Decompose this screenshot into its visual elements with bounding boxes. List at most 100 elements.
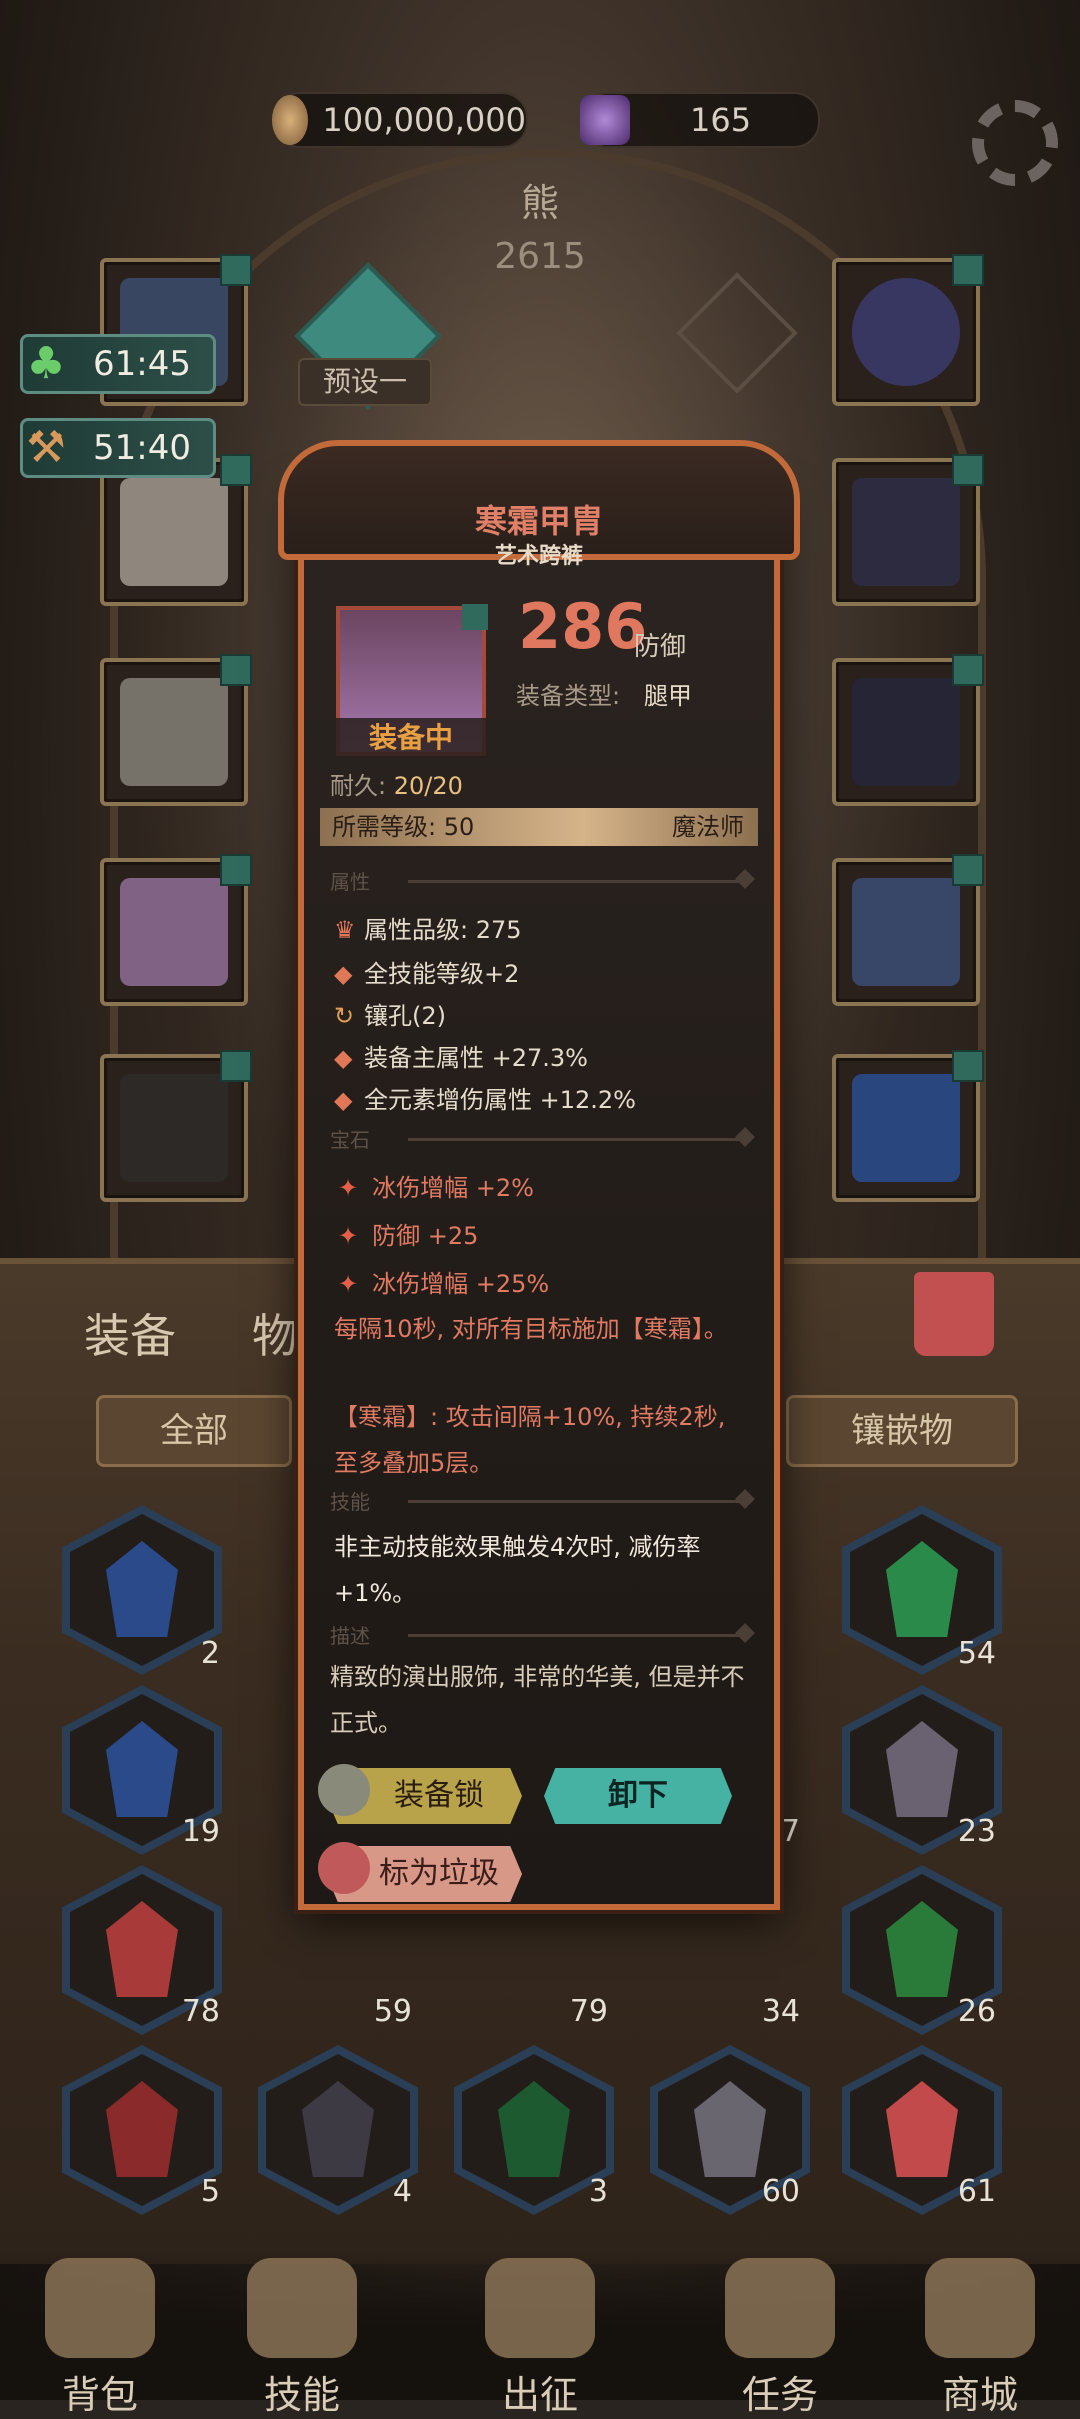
attribute-text: 镶孔(2)	[364, 1002, 446, 1030]
preset-label[interactable]: 预设一	[298, 358, 432, 406]
equip-slot-shield[interactable]	[832, 1050, 984, 1202]
item-count: 60	[761, 2174, 800, 2209]
sparkle-icon: ◆	[334, 1044, 353, 1072]
skill-scroll-icon	[247, 2258, 357, 2358]
star-icon: ✦	[338, 1222, 359, 1250]
buff-time: 51:40	[93, 428, 191, 468]
boots-art	[120, 1074, 228, 1182]
description-text: 精致的演出服饰, 非常的华美, 但是并不正式。	[330, 1663, 745, 1737]
filter-gems[interactable]: 镶嵌物	[786, 1395, 1018, 1467]
attribute-text: 属性品级: 275	[364, 916, 522, 944]
section-attributes: 属性	[330, 866, 758, 896]
nav-skills[interactable]: 技能	[222, 2258, 382, 2419]
clover-icon: ♣	[26, 338, 66, 389]
defense-label: 防御	[634, 632, 687, 662]
star-icon: ✦	[338, 1270, 359, 1298]
chest-art	[120, 478, 228, 586]
divider	[408, 880, 740, 883]
nav-quests[interactable]: 任务	[700, 2258, 860, 2419]
amulet-art	[852, 278, 960, 386]
tab-equipment[interactable]: 装备	[84, 1300, 176, 1366]
effect-text-1: 每隔10秒, 对所有目标施加【寒霜】。	[334, 1315, 728, 1343]
character-name: 熊	[520, 181, 559, 225]
item-count: 79	[569, 1994, 608, 2029]
attribute-row: ◆ 全元素增伤属性 +12.2%	[334, 1080, 636, 1115]
equip-slot-chest[interactable]	[100, 454, 252, 606]
equip-slot-legs[interactable]	[100, 854, 252, 1006]
chain-art	[852, 678, 960, 786]
item-count: 59	[373, 1994, 412, 2029]
item-count: 78	[181, 1994, 220, 2029]
divider	[408, 1634, 740, 1637]
buff-timer-hammer[interactable]: ⚒ 51:40	[20, 418, 216, 478]
quest-horn-icon	[725, 2258, 835, 2358]
gem-text: 冰伤增幅 +2%	[372, 1174, 534, 1202]
belt-art	[852, 478, 960, 586]
equip-slot-chain[interactable]	[832, 654, 984, 806]
equip-slot-boots[interactable]	[100, 1050, 252, 1202]
durability: 耐久: 20/20	[330, 766, 463, 801]
nav-expedition[interactable]: 出征	[460, 2258, 620, 2419]
hammer-icon: ⚒	[26, 422, 66, 473]
gold-value: 100,000,000	[322, 101, 526, 139]
durability-label: 耐久:	[330, 772, 387, 800]
slot-tag	[220, 654, 252, 686]
unequip-button[interactable]: 卸下	[544, 1768, 732, 1824]
section-label: 技能	[330, 1490, 370, 1514]
section-skills: 技能	[330, 1486, 758, 1516]
purple-crystal-icon	[580, 95, 630, 145]
star-icon: ✦	[338, 1174, 359, 1202]
equip-slot-belt[interactable]	[832, 454, 984, 606]
item-count: 19	[181, 1814, 220, 1849]
sparkle-icon: ◆	[334, 960, 353, 988]
slot-tag	[952, 854, 984, 886]
equip-type-value: 腿甲	[644, 682, 692, 710]
equip-slot-gloves[interactable]	[100, 654, 252, 806]
section-gems: 宝石	[330, 1124, 758, 1154]
nav-shop[interactable]: 商城	[900, 2258, 1060, 2419]
buff-timer-clover[interactable]: ♣ 61:45	[20, 334, 216, 394]
defense-value: 286	[518, 590, 648, 663]
attribute-text: 装备主属性 +27.3%	[364, 1044, 588, 1072]
item-count: 61	[957, 2174, 996, 2209]
nav-label: 背包	[61, 2373, 138, 2417]
slot-tag	[952, 254, 984, 286]
weapon-art	[852, 878, 960, 986]
diamond-icon	[735, 869, 755, 889]
button-label: 标为垃圾	[379, 1856, 499, 1891]
gem-row: ✦ 冰伤增幅 +25%	[338, 1264, 549, 1299]
button-label: 卸下	[608, 1778, 668, 1813]
item-count: 54	[957, 1636, 996, 1671]
item-count: 2	[200, 1636, 220, 1671]
effect-text-2: 【寒霜】: 攻击间隔+10%, 持续2秒, 至多叠加5层。	[334, 1403, 726, 1477]
item-count: 5	[200, 2174, 220, 2209]
shield-art	[852, 1074, 960, 1182]
filter-all[interactable]: 全部	[96, 1395, 292, 1467]
equip-slot-weapon[interactable]	[832, 854, 984, 1006]
divider	[408, 1138, 740, 1141]
section-label: 描述	[330, 1624, 370, 1648]
item-count: 34	[761, 1994, 800, 2029]
gem-text: 防御 +25	[372, 1222, 479, 1250]
section-label: 属性	[330, 870, 370, 894]
attribute-text: 全技能等级+2	[364, 960, 520, 988]
nav-label: 技能	[263, 2373, 340, 2417]
gem-text: 冰伤增幅 +25%	[372, 1270, 550, 1298]
nav-backpack[interactable]: 背包	[20, 2258, 180, 2419]
attribute-row: ↻ 镶孔(2)	[334, 996, 446, 1031]
nav-label: 商城	[941, 2373, 1018, 2417]
sparkle-icon: ◆	[334, 1086, 353, 1114]
gloves-art	[120, 678, 228, 786]
divider	[408, 1500, 740, 1503]
crown-icon: ♛	[334, 916, 356, 944]
gem-row: ✦ 冰伤增幅 +2%	[338, 1168, 534, 1203]
item-subtitle: 艺术跨裤	[494, 544, 583, 569]
buff-time: 61:45	[93, 344, 191, 384]
attribute-text: 全元素增伤属性 +12.2%	[364, 1086, 636, 1114]
section-description: 描述	[330, 1620, 758, 1650]
trash-can-icon[interactable]	[914, 1272, 994, 1356]
equip-slot-amulet[interactable]	[832, 254, 984, 406]
nav-label: 出征	[501, 2373, 578, 2417]
crystal-currency: 165	[580, 92, 820, 148]
equip-type-label: 装备类型:	[516, 682, 621, 710]
